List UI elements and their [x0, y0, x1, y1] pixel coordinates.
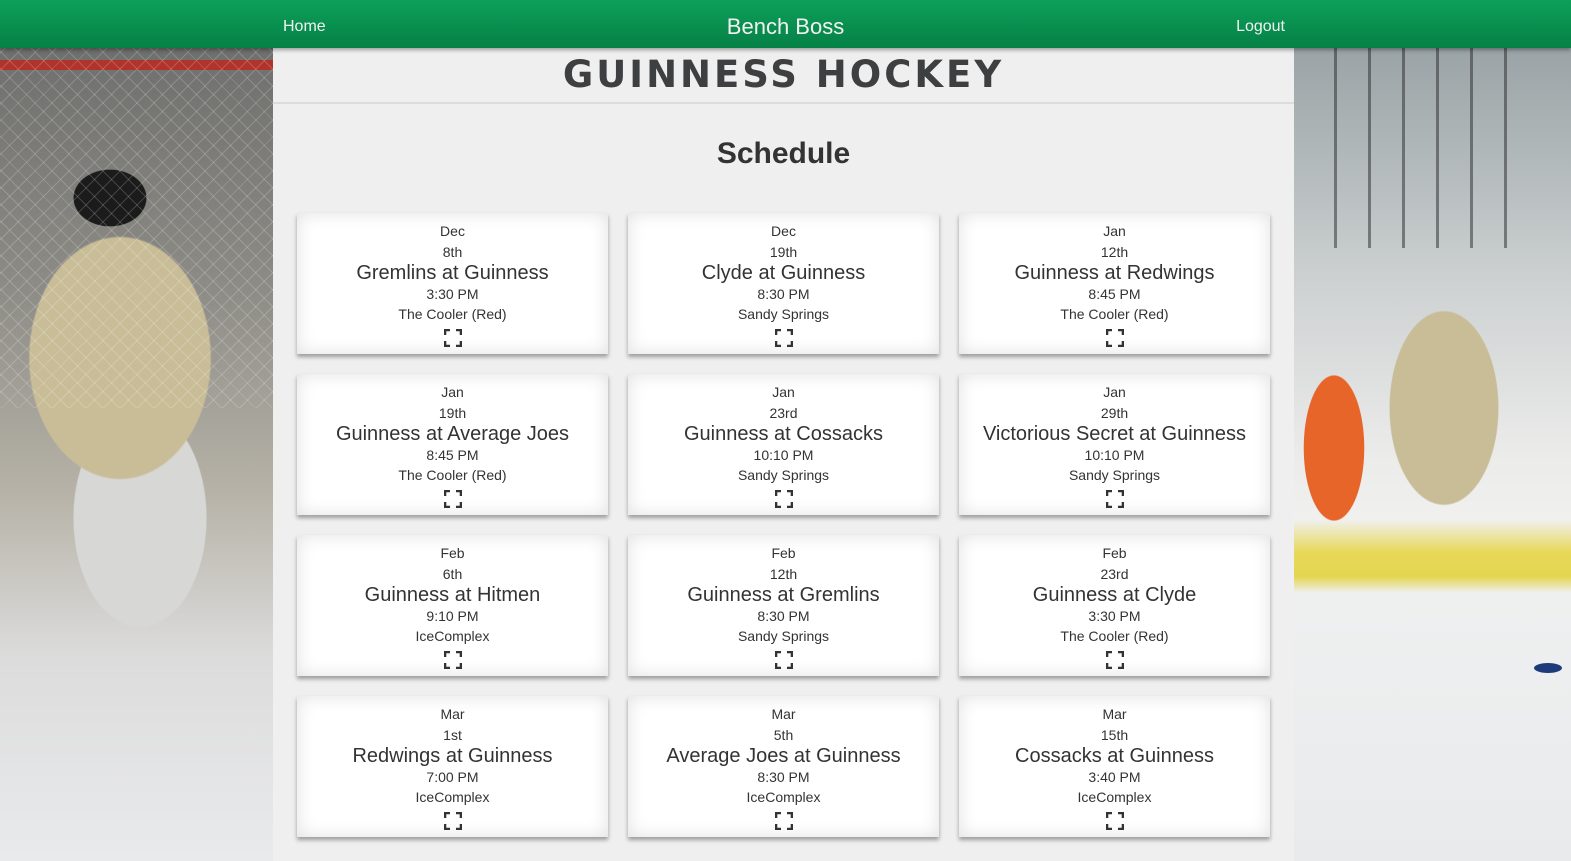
game-venue: The Cooler (Red) [398, 306, 507, 322]
game-matchup: Clyde at Guinness [701, 262, 866, 284]
game-venue: IceComplex [1077, 789, 1152, 805]
game-day: 1st [443, 727, 462, 743]
game-time: 10:10 PM [1084, 447, 1145, 463]
game-card[interactable]: Feb 23rd Guinness at Clyde 3:30 PM The C… [959, 535, 1270, 676]
game-venue: IceComplex [415, 628, 490, 644]
game-time: 3:30 PM [1088, 608, 1141, 624]
game-month: Mar [1102, 706, 1127, 722]
app-title: Bench Boss [726, 14, 845, 39]
game-time: 8:30 PM [757, 608, 810, 624]
game-matchup: Victorious Secret at Guinness [982, 423, 1247, 445]
game-venue: Sandy Springs [737, 467, 830, 483]
fullscreen-expand-icon[interactable] [1105, 812, 1124, 830]
game-matchup: Gremlins at Guinness [356, 262, 549, 284]
game-day: 12th [1100, 244, 1129, 260]
game-day: 23rd [769, 405, 798, 421]
puck [1534, 663, 1562, 673]
nav-logout-link[interactable]: Logout [1236, 0, 1285, 48]
game-day: 23rd [1100, 566, 1129, 582]
game-month: Jan [1103, 384, 1126, 400]
game-time: 10:10 PM [753, 447, 814, 463]
game-month: Mar [440, 706, 465, 722]
game-day: 12th [769, 566, 798, 582]
game-day: 15th [1100, 727, 1129, 743]
fullscreen-expand-icon[interactable] [443, 490, 462, 508]
game-venue: Sandy Springs [737, 628, 830, 644]
game-venue: IceComplex [746, 789, 821, 805]
game-card[interactable]: Jan 12th Guinness at Redwings 8:45 PM Th… [959, 213, 1270, 354]
team-name: GUINNESS HOCKEY [562, 53, 1005, 96]
fullscreen-expand-icon[interactable] [774, 651, 793, 669]
page-title: Schedule [716, 137, 851, 170]
game-time: 3:40 PM [1088, 769, 1141, 785]
game-matchup: Guinness at Hitmen [364, 584, 541, 606]
game-venue: Sandy Springs [737, 306, 830, 322]
game-venue: IceComplex [415, 789, 490, 805]
game-day: 19th [438, 405, 467, 421]
game-matchup: Guinness at Gremlins [687, 584, 880, 606]
fullscreen-expand-icon[interactable] [443, 651, 462, 669]
game-card[interactable]: Mar 1st Redwings at Guinness 7:00 PM Ice… [297, 696, 608, 837]
fullscreen-expand-icon[interactable] [443, 329, 462, 347]
game-day: 19th [769, 244, 798, 260]
fullscreen-expand-icon[interactable] [1105, 490, 1124, 508]
game-month: Feb [771, 545, 796, 561]
fullscreen-expand-icon[interactable] [774, 812, 793, 830]
top-navbar: Home Bench Boss Logout [0, 0, 1571, 48]
fullscreen-expand-icon[interactable] [774, 329, 793, 347]
fullscreen-expand-icon[interactable] [1105, 651, 1124, 669]
fullscreen-expand-icon[interactable] [774, 490, 793, 508]
team-header: GUINNESS HOCKEY [273, 48, 1294, 104]
background-photo-goalie [0, 48, 274, 861]
game-card[interactable]: Jan 29th Victorious Secret at Guinness 1… [959, 374, 1270, 515]
game-card[interactable]: Jan 23rd Guinness at Cossacks 10:10 PM S… [628, 374, 939, 515]
game-month: Dec [771, 223, 796, 239]
game-matchup: Guinness at Average Joes [335, 423, 570, 445]
fullscreen-expand-icon[interactable] [1105, 329, 1124, 347]
game-month: Dec [440, 223, 465, 239]
game-day: 5th [773, 727, 794, 743]
game-card[interactable]: Feb 6th Guinness at Hitmen 9:10 PM IceCo… [297, 535, 608, 676]
background-photo-players [1294, 48, 1571, 861]
game-venue: The Cooler (Red) [398, 467, 507, 483]
game-venue: The Cooler (Red) [1060, 628, 1169, 644]
game-card[interactable]: Jan 19th Guinness at Average Joes 8:45 P… [297, 374, 608, 515]
game-time: 8:45 PM [1088, 286, 1141, 302]
game-time: 9:10 PM [426, 608, 479, 624]
game-matchup: Redwings at Guinness [352, 745, 553, 767]
game-month: Jan [772, 384, 795, 400]
game-matchup: Average Joes at Guinness [666, 745, 901, 767]
game-venue: Sandy Springs [1068, 467, 1161, 483]
game-card[interactable]: Feb 12th Guinness at Gremlins 8:30 PM Sa… [628, 535, 939, 676]
game-day: 6th [442, 566, 463, 582]
game-month: Mar [771, 706, 796, 722]
game-day: 8th [442, 244, 463, 260]
fullscreen-expand-icon[interactable] [443, 812, 462, 830]
game-time: 3:30 PM [426, 286, 479, 302]
game-month: Jan [1103, 223, 1126, 239]
game-card[interactable]: Dec 19th Clyde at Guinness 8:30 PM Sandy… [628, 213, 939, 354]
schedule-grid: Dec 8th Gremlins at Guinness 3:30 PM The… [297, 213, 1270, 837]
arena-railing [1334, 48, 1534, 248]
game-card[interactable]: Mar 5th Average Joes at Guinness 8:30 PM… [628, 696, 939, 837]
game-time: 7:00 PM [426, 769, 479, 785]
game-time: 8:30 PM [757, 286, 810, 302]
game-venue: The Cooler (Red) [1060, 306, 1169, 322]
game-matchup: Guinness at Cossacks [684, 423, 883, 445]
game-card[interactable]: Dec 8th Gremlins at Guinness 3:30 PM The… [297, 213, 608, 354]
game-month: Feb [1102, 545, 1127, 561]
main-content: GUINNESS HOCKEY Schedule Dec 8th Gremlin… [273, 48, 1294, 861]
game-card[interactable]: Mar 15th Cossacks at Guinness 3:40 PM Ic… [959, 696, 1270, 837]
game-time: 8:45 PM [426, 447, 479, 463]
game-month: Jan [441, 384, 464, 400]
game-matchup: Guinness at Clyde [1032, 584, 1197, 606]
goal-net [0, 48, 274, 408]
game-day: 29th [1100, 405, 1129, 421]
game-time: 8:30 PM [757, 769, 810, 785]
game-matchup: Guinness at Redwings [1014, 262, 1215, 284]
game-month: Feb [440, 545, 465, 561]
game-matchup: Cossacks at Guinness [1015, 745, 1214, 767]
